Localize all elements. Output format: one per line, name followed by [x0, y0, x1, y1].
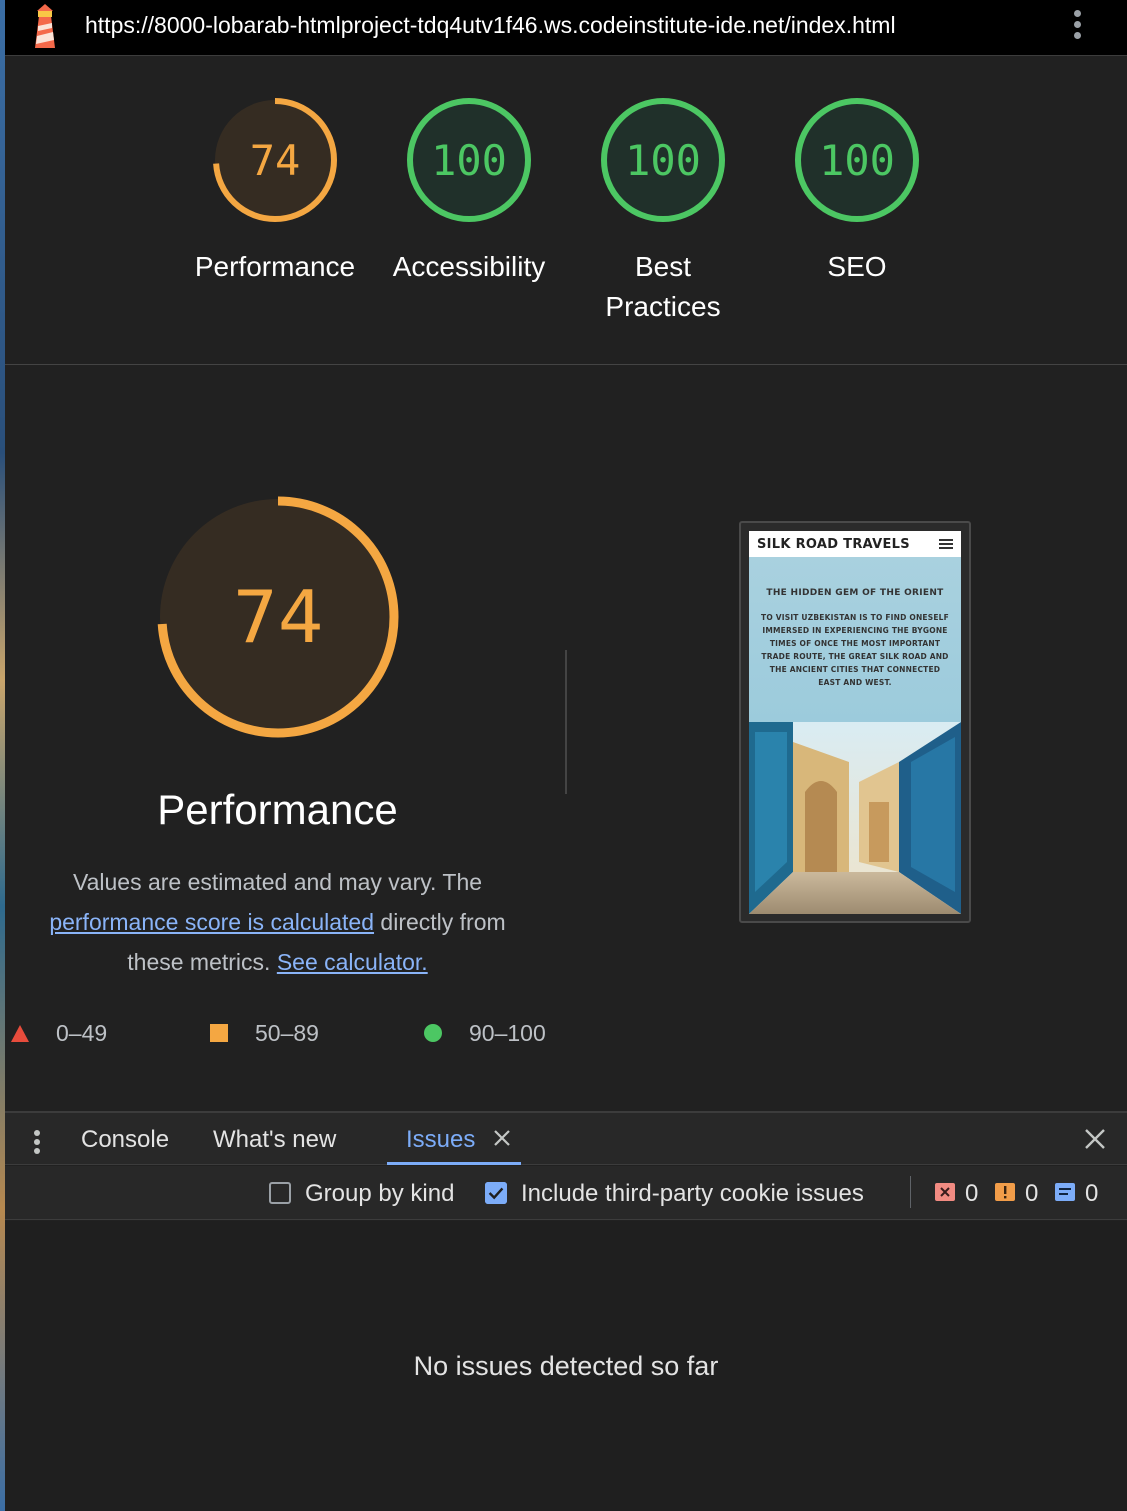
- gauge-performance[interactable]: 74 Performance: [185, 95, 365, 287]
- thumbnail-site-header: SILK ROAD TRAVELS: [749, 531, 961, 557]
- legend-average: 50–89: [209, 1018, 319, 1048]
- performance-score-link[interactable]: performance score is calculated: [49, 909, 374, 935]
- gauge-score: 74: [250, 136, 301, 185]
- triangle-icon: [11, 1025, 29, 1042]
- performance-big-score: 74: [232, 575, 324, 659]
- more-vert-icon[interactable]: [1067, 6, 1087, 46]
- gauge-ring: 100: [407, 98, 531, 222]
- close-tab-icon[interactable]: [491, 1127, 513, 1149]
- page-screenshot-thumbnail[interactable]: SILK ROAD TRAVELS THE HIDDEN GEM OF THE …: [739, 521, 971, 923]
- gauge-score: 100: [625, 136, 701, 185]
- vertical-divider: [565, 650, 567, 794]
- drawer-tab-bar: Console What's new Issues: [5, 1111, 1127, 1165]
- gauge-ring: 74: [213, 98, 337, 222]
- issues-panel: No issues detected so far: [5, 1221, 1127, 1511]
- close-drawer-icon[interactable]: [1083, 1127, 1107, 1151]
- active-tab-indicator: [387, 1162, 521, 1165]
- warning-icon: [995, 1183, 1015, 1201]
- thumbnail-street-photo: [749, 722, 961, 914]
- include-third-party-label[interactable]: Include third-party cookie issues: [521, 1180, 864, 1208]
- lighthouse-report: https://8000-lobarab-htmlproject-tdq4utv…: [5, 0, 1127, 1511]
- include-third-party-checkbox[interactable]: [485, 1182, 507, 1204]
- score-gauges: 74 Performance 100 Accessibility 100 Bes…: [5, 57, 1127, 365]
- thumbnail-hero: THE HIDDEN GEM OF THE ORIENT TO VISIT UZ…: [749, 557, 961, 722]
- toolbar-separator: [910, 1176, 911, 1208]
- desc-text: Values are estimated and may vary. The: [72, 869, 483, 895]
- legend-range: 50–89: [255, 1019, 319, 1046]
- issues-toolbar: Group by kind Include third-party cookie…: [5, 1166, 1127, 1220]
- gauge-accessibility[interactable]: 100 Accessibility: [379, 95, 559, 287]
- report-url: https://8000-lobarab-htmlproject-tdq4utv…: [85, 12, 896, 38]
- gauge-label: Performance: [194, 251, 356, 282]
- error-count[interactable]: 0: [965, 1180, 978, 1208]
- performance-description: Values are estimated and may vary. The p…: [25, 862, 530, 982]
- hamburger-menu-icon: [939, 537, 953, 551]
- gauge-best-practices[interactable]: 100 Best Practices: [573, 95, 753, 327]
- tab-issues[interactable]: Issues: [406, 1126, 475, 1154]
- info-icon: [1055, 1183, 1075, 1201]
- gauge-ring: 100: [795, 98, 919, 222]
- performance-title: Performance: [157, 786, 398, 833]
- info-count[interactable]: 0: [1085, 1180, 1098, 1208]
- square-icon: [210, 1024, 228, 1042]
- see-calculator-link[interactable]: See calculator.: [277, 949, 428, 975]
- tab-console[interactable]: Console: [81, 1126, 169, 1154]
- tab-whats-new[interactable]: What's new: [213, 1126, 336, 1154]
- legend-pass: 90–100: [423, 1018, 546, 1048]
- thumbnail-hero-text: TO VISIT UZBEKISTAN IS TO FIND ONESELF I…: [761, 613, 949, 687]
- gauge-label: SEO: [827, 251, 887, 282]
- gauge-label: Accessibility: [392, 251, 546, 282]
- report-url-bar: https://8000-lobarab-htmlproject-tdq4utv…: [5, 0, 1127, 56]
- gauge-label: Best Practices: [605, 251, 721, 322]
- legend-fail: 0–49: [10, 1018, 107, 1048]
- thumbnail-hero-heading: THE HIDDEN GEM OF THE ORIENT: [766, 588, 944, 598]
- performance-big-gauge: 74: [157, 496, 399, 738]
- gauge-score: 100: [819, 136, 895, 185]
- gauge-seo[interactable]: 100 SEO: [767, 95, 947, 287]
- thumbnail-site-title: SILK ROAD TRAVELS: [757, 536, 910, 552]
- error-icon: [935, 1183, 955, 1201]
- performance-detail: 74 Performance Values are estimated and …: [5, 366, 1127, 1111]
- circle-icon: [424, 1024, 442, 1042]
- legend-range: 90–100: [469, 1019, 546, 1046]
- gauge-ring: 100: [601, 98, 725, 222]
- gauge-score: 100: [431, 136, 507, 185]
- group-by-kind-label[interactable]: Group by kind: [305, 1180, 454, 1208]
- legend-range: 0–49: [56, 1019, 108, 1046]
- lighthouse-icon: [35, 4, 55, 48]
- group-by-kind-checkbox[interactable]: [269, 1182, 291, 1204]
- drawer-more-vert-icon[interactable]: [32, 1127, 42, 1157]
- empty-issues-message: No issues detected so far: [413, 1351, 719, 1381]
- warning-count[interactable]: 0: [1025, 1180, 1038, 1208]
